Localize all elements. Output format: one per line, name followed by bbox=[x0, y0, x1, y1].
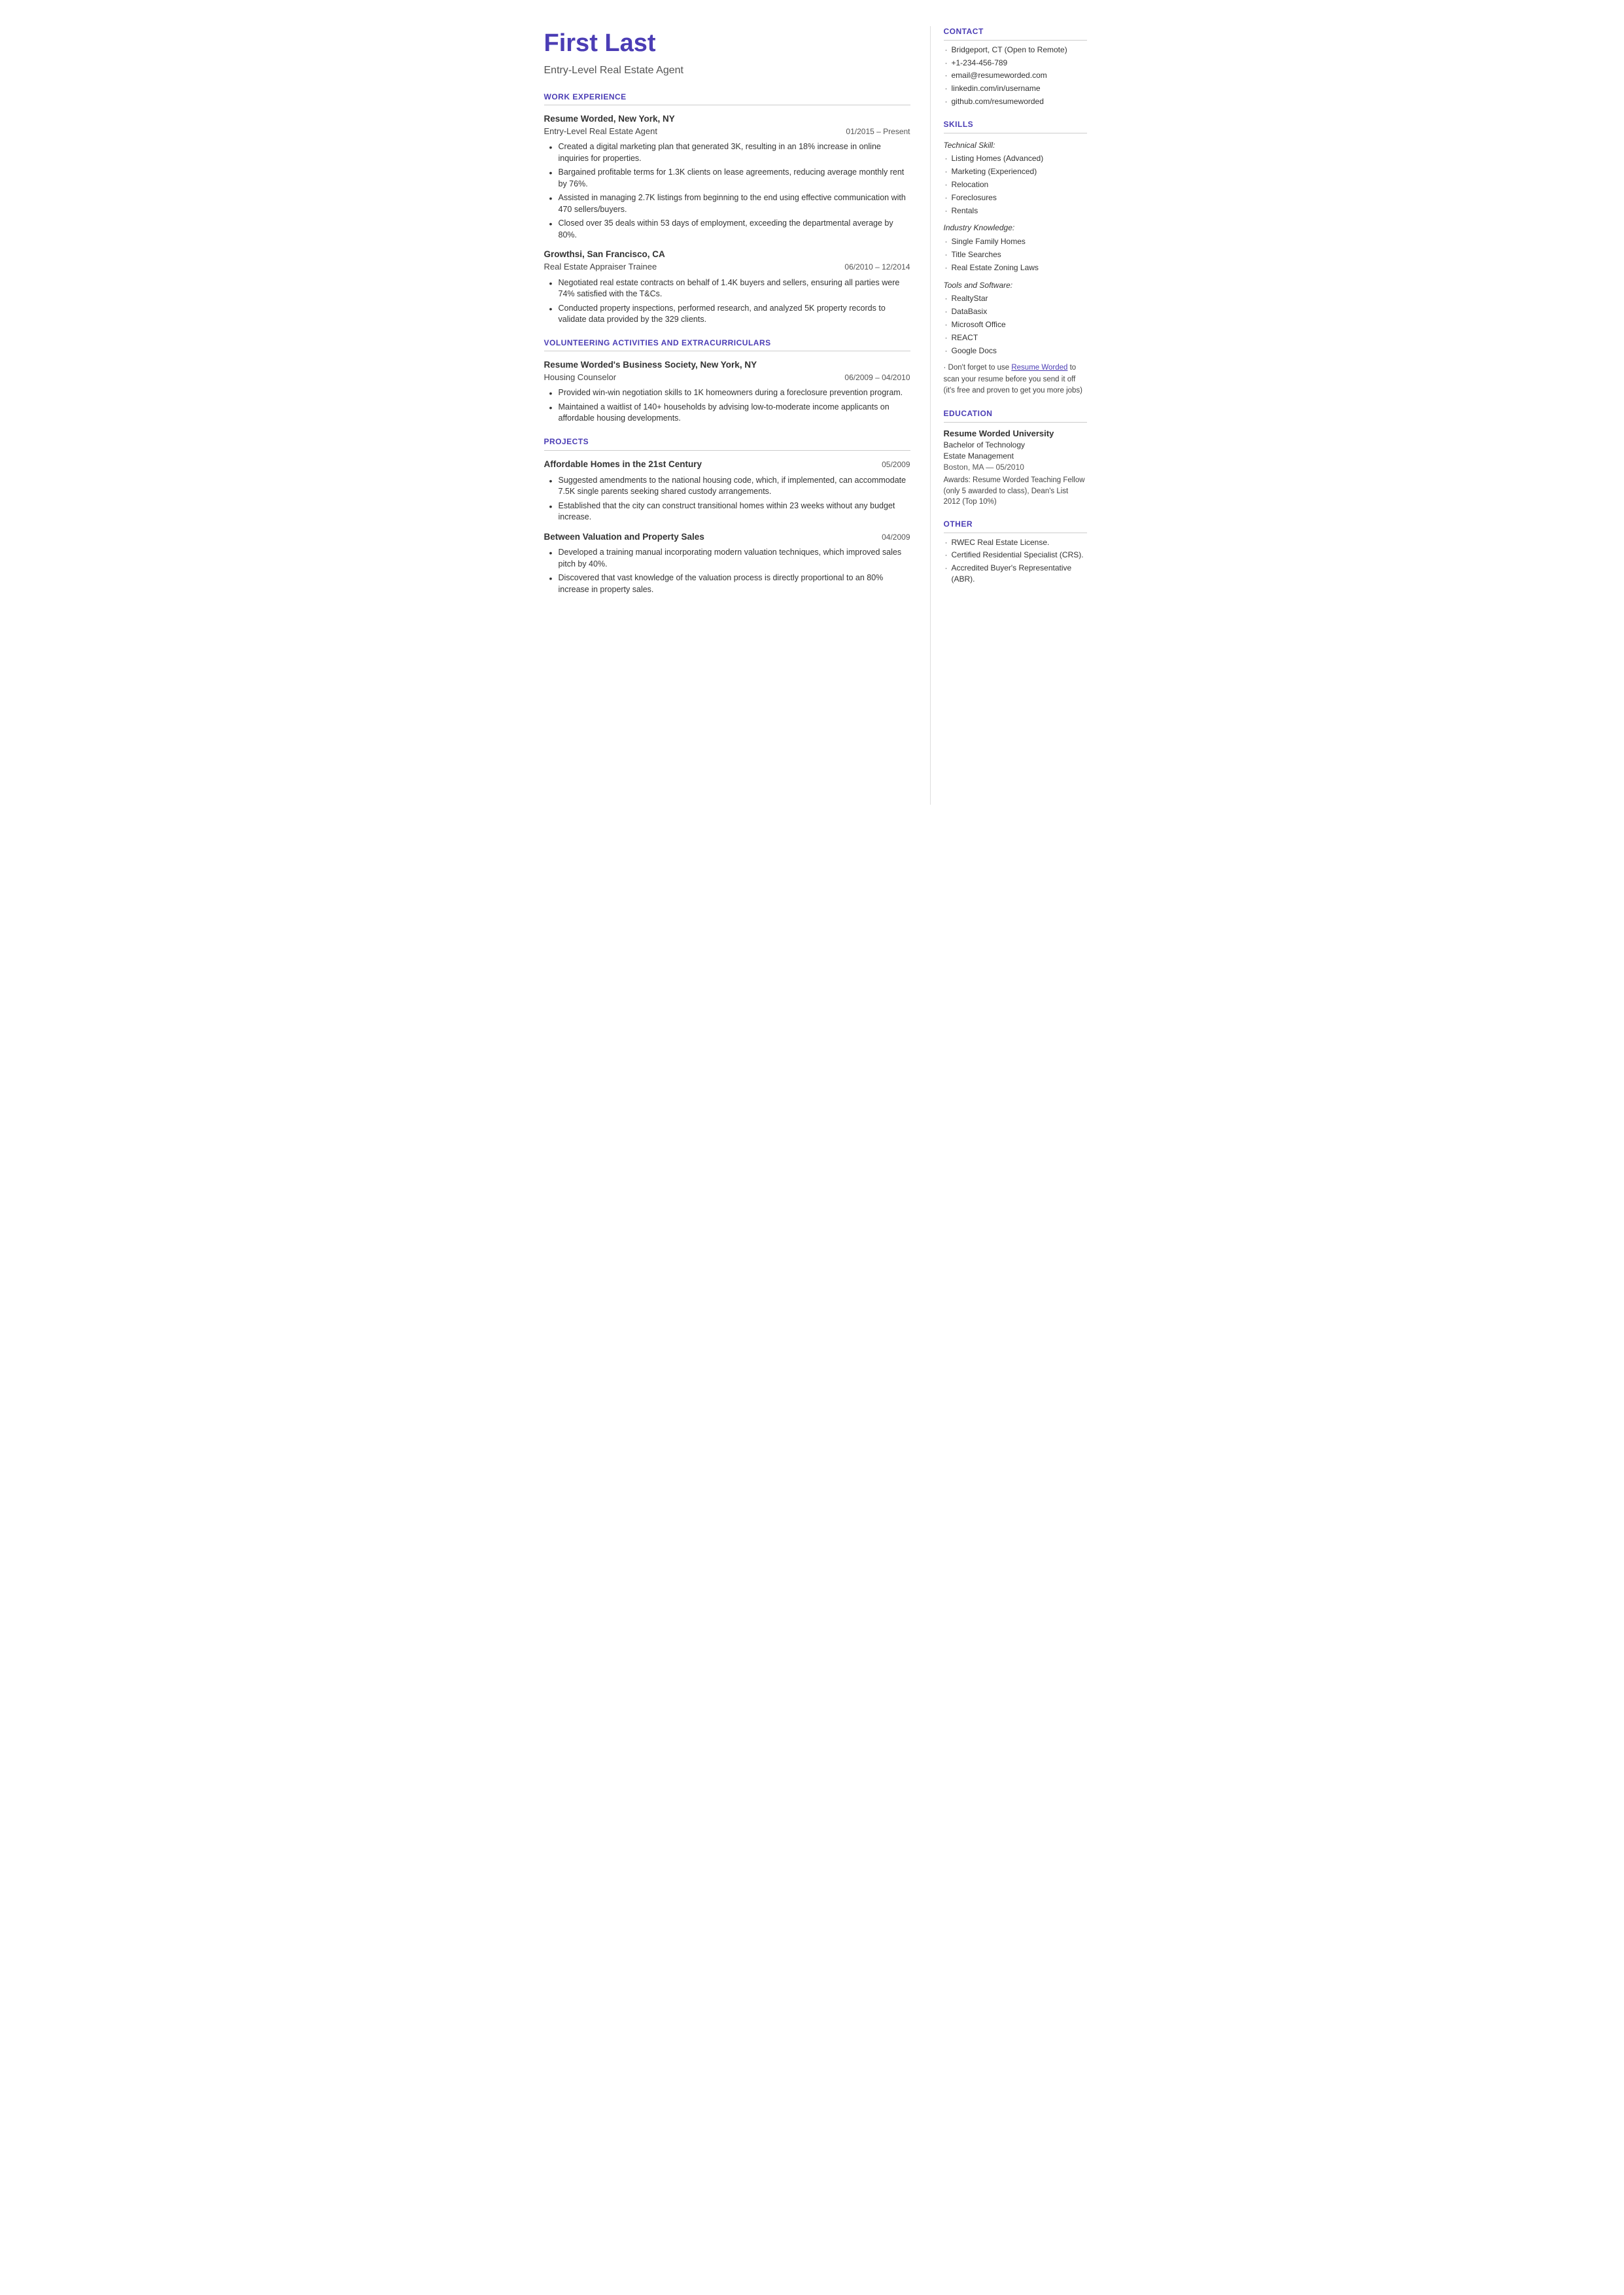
other-heading: OTHER bbox=[944, 519, 1087, 533]
edu-dates: Boston, MA — 05/2010 bbox=[944, 462, 1087, 473]
skill-industry-2: Title Searches bbox=[944, 249, 1087, 260]
project-2-title: Between Valuation and Property Sales bbox=[544, 531, 704, 544]
vol-1-dates: 06/2009 – 04/2010 bbox=[844, 372, 910, 383]
job-2-dates: 06/2010 – 12/2014 bbox=[844, 262, 910, 273]
contact-item-3: email@resumeworded.com bbox=[944, 70, 1087, 81]
education-heading: EDUCATION bbox=[944, 408, 1087, 423]
applicant-name: First Last bbox=[544, 26, 910, 61]
industry-skills-list: Single Family Homes Title Searches Real … bbox=[944, 236, 1087, 273]
job-1-bullet-4: Closed over 35 deals within 53 days of e… bbox=[549, 218, 910, 241]
skill-tool-1: RealtyStar bbox=[944, 293, 1087, 304]
job-1-bullets: Created a digital marketing plan that ge… bbox=[549, 141, 910, 241]
other-item-3: Accredited Buyer's Representative (ABR). bbox=[944, 563, 1087, 585]
job-1-role-line: Entry-Level Real Estate Agent 01/2015 – … bbox=[544, 126, 910, 137]
promo-text: · Don't forget to use Resume Worded to s… bbox=[944, 362, 1087, 396]
vol-1-role: Housing Counselor bbox=[544, 372, 617, 383]
skill-technical-2: Marketing (Experienced) bbox=[944, 166, 1087, 177]
vol-1-role-line: Housing Counselor 06/2009 – 04/2010 bbox=[544, 372, 910, 383]
skill-tool-4: REACT bbox=[944, 332, 1087, 343]
edu-school: Resume Worded University bbox=[944, 428, 1087, 440]
project-1-bullet-2: Established that the city can construct … bbox=[549, 500, 910, 523]
project-2-header: Between Valuation and Property Sales 04/… bbox=[544, 531, 910, 544]
skill-industry-1: Single Family Homes bbox=[944, 236, 1087, 247]
skill-industry-3: Real Estate Zoning Laws bbox=[944, 262, 1087, 273]
job-2-role: Real Estate Appraiser Trainee bbox=[544, 261, 657, 273]
project-1-date: 05/2009 bbox=[882, 459, 910, 470]
contact-item-4: linkedin.com/in/username bbox=[944, 83, 1087, 94]
other-item-2: Certified Residential Specialist (CRS). bbox=[944, 550, 1087, 561]
project-2-bullet-2: Discovered that vast knowledge of the va… bbox=[549, 572, 910, 595]
vol-1: Resume Worded's Business Society, New Yo… bbox=[544, 359, 910, 383]
job-2-bullet-2: Conducted property inspections, performe… bbox=[549, 303, 910, 326]
project-1-title: Affordable Homes in the 21st Century bbox=[544, 459, 702, 471]
skill-technical-4: Foreclosures bbox=[944, 192, 1087, 203]
applicant-title: Entry-Level Real Estate Agent bbox=[544, 63, 910, 78]
resume-worded-link[interactable]: Resume Worded bbox=[1011, 364, 1067, 372]
vol-1-header-line: Resume Worded's Business Society, New Yo… bbox=[544, 359, 910, 372]
job-2-bullet-1: Negotiated real estate contracts on beha… bbox=[549, 277, 910, 300]
left-column: First Last Entry-Level Real Estate Agent… bbox=[518, 26, 930, 805]
contact-item-1: Bridgeport, CT (Open to Remote) bbox=[944, 44, 1087, 56]
right-column: CONTACT Bridgeport, CT (Open to Remote) … bbox=[930, 26, 1107, 805]
resume-page: First Last Entry-Level Real Estate Agent… bbox=[518, 0, 1107, 831]
skill-tool-2: DataBasix bbox=[944, 306, 1087, 317]
tools-skill-label: Tools and Software: bbox=[944, 280, 1087, 291]
vol-1-bullet-2: Maintained a waitlist of 140+ households… bbox=[549, 402, 910, 425]
project-2-date: 04/2009 bbox=[882, 532, 910, 543]
job-1-bullet-2: Bargained profitable terms for 1.3K clie… bbox=[549, 167, 910, 190]
edu-awards: Awards: Resume Worded Teaching Fellow (o… bbox=[944, 475, 1087, 506]
job-2-bullets: Negotiated real estate contracts on beha… bbox=[549, 277, 910, 326]
project-2-bullets: Developed a training manual incorporatin… bbox=[549, 547, 910, 595]
other-item-1: RWEC Real Estate License. bbox=[944, 537, 1087, 548]
job-2-role-line: Real Estate Appraiser Trainee 06/2010 – … bbox=[544, 261, 910, 273]
vol-1-bullet-1: Provided win-win negotiation skills to 1… bbox=[549, 387, 910, 399]
other-list: RWEC Real Estate License. Certified Resi… bbox=[944, 537, 1087, 585]
vol-1-company: Resume Worded's Business Society, New Yo… bbox=[544, 359, 757, 372]
skill-tool-5: Google Docs bbox=[944, 345, 1087, 357]
job-2-company: Growthsi, San Francisco, CA bbox=[544, 249, 665, 261]
edu-degree: Bachelor of Technology bbox=[944, 440, 1087, 451]
contact-list: Bridgeport, CT (Open to Remote) +1-234-4… bbox=[944, 44, 1087, 107]
technical-skills-list: Listing Homes (Advanced) Marketing (Expe… bbox=[944, 153, 1087, 216]
technical-skill-label: Technical Skill: bbox=[944, 140, 1087, 151]
tools-skills-list: RealtyStar DataBasix Microsoft Office RE… bbox=[944, 293, 1087, 356]
projects-heading: PROJECTS bbox=[544, 436, 910, 451]
job-2: Growthsi, San Francisco, CA Real Estate … bbox=[544, 249, 910, 273]
skill-technical-5: Rentals bbox=[944, 205, 1087, 217]
job-1-header-line: Resume Worded, New York, NY bbox=[544, 113, 910, 126]
skill-technical-3: Relocation bbox=[944, 179, 1087, 190]
job-1: Resume Worded, New York, NY Entry-Level … bbox=[544, 113, 910, 137]
skill-tool-3: Microsoft Office bbox=[944, 319, 1087, 330]
job-1-role: Entry-Level Real Estate Agent bbox=[544, 126, 657, 137]
vol-1-bullets: Provided win-win negotiation skills to 1… bbox=[549, 387, 910, 425]
project-2-bullet-1: Developed a training manual incorporatin… bbox=[549, 547, 910, 570]
job-1-bullet-1: Created a digital marketing plan that ge… bbox=[549, 141, 910, 164]
contact-item-5: github.com/resumeworded bbox=[944, 96, 1087, 107]
skills-heading: SKILLS bbox=[944, 119, 1087, 133]
volunteering-heading: VOLUNTEERING ACTIVITIES AND EXTRACURRICU… bbox=[544, 338, 910, 352]
project-1-bullet-1: Suggested amendments to the national hou… bbox=[549, 475, 910, 498]
contact-heading: CONTACT bbox=[944, 26, 1087, 41]
contact-item-2: +1-234-456-789 bbox=[944, 58, 1087, 69]
job-1-dates: 01/2015 – Present bbox=[846, 126, 910, 137]
edu-field: Estate Management bbox=[944, 451, 1087, 462]
job-1-company: Resume Worded, New York, NY bbox=[544, 113, 675, 126]
project-1-header: Affordable Homes in the 21st Century 05/… bbox=[544, 459, 910, 471]
job-1-bullet-3: Assisted in managing 2.7K listings from … bbox=[549, 192, 910, 215]
skill-technical-1: Listing Homes (Advanced) bbox=[944, 153, 1087, 164]
project-1-bullets: Suggested amendments to the national hou… bbox=[549, 475, 910, 523]
work-experience-heading: WORK EXPERIENCE bbox=[544, 92, 910, 106]
industry-skill-label: Industry Knowledge: bbox=[944, 222, 1087, 234]
job-2-header-line: Growthsi, San Francisco, CA bbox=[544, 249, 910, 261]
